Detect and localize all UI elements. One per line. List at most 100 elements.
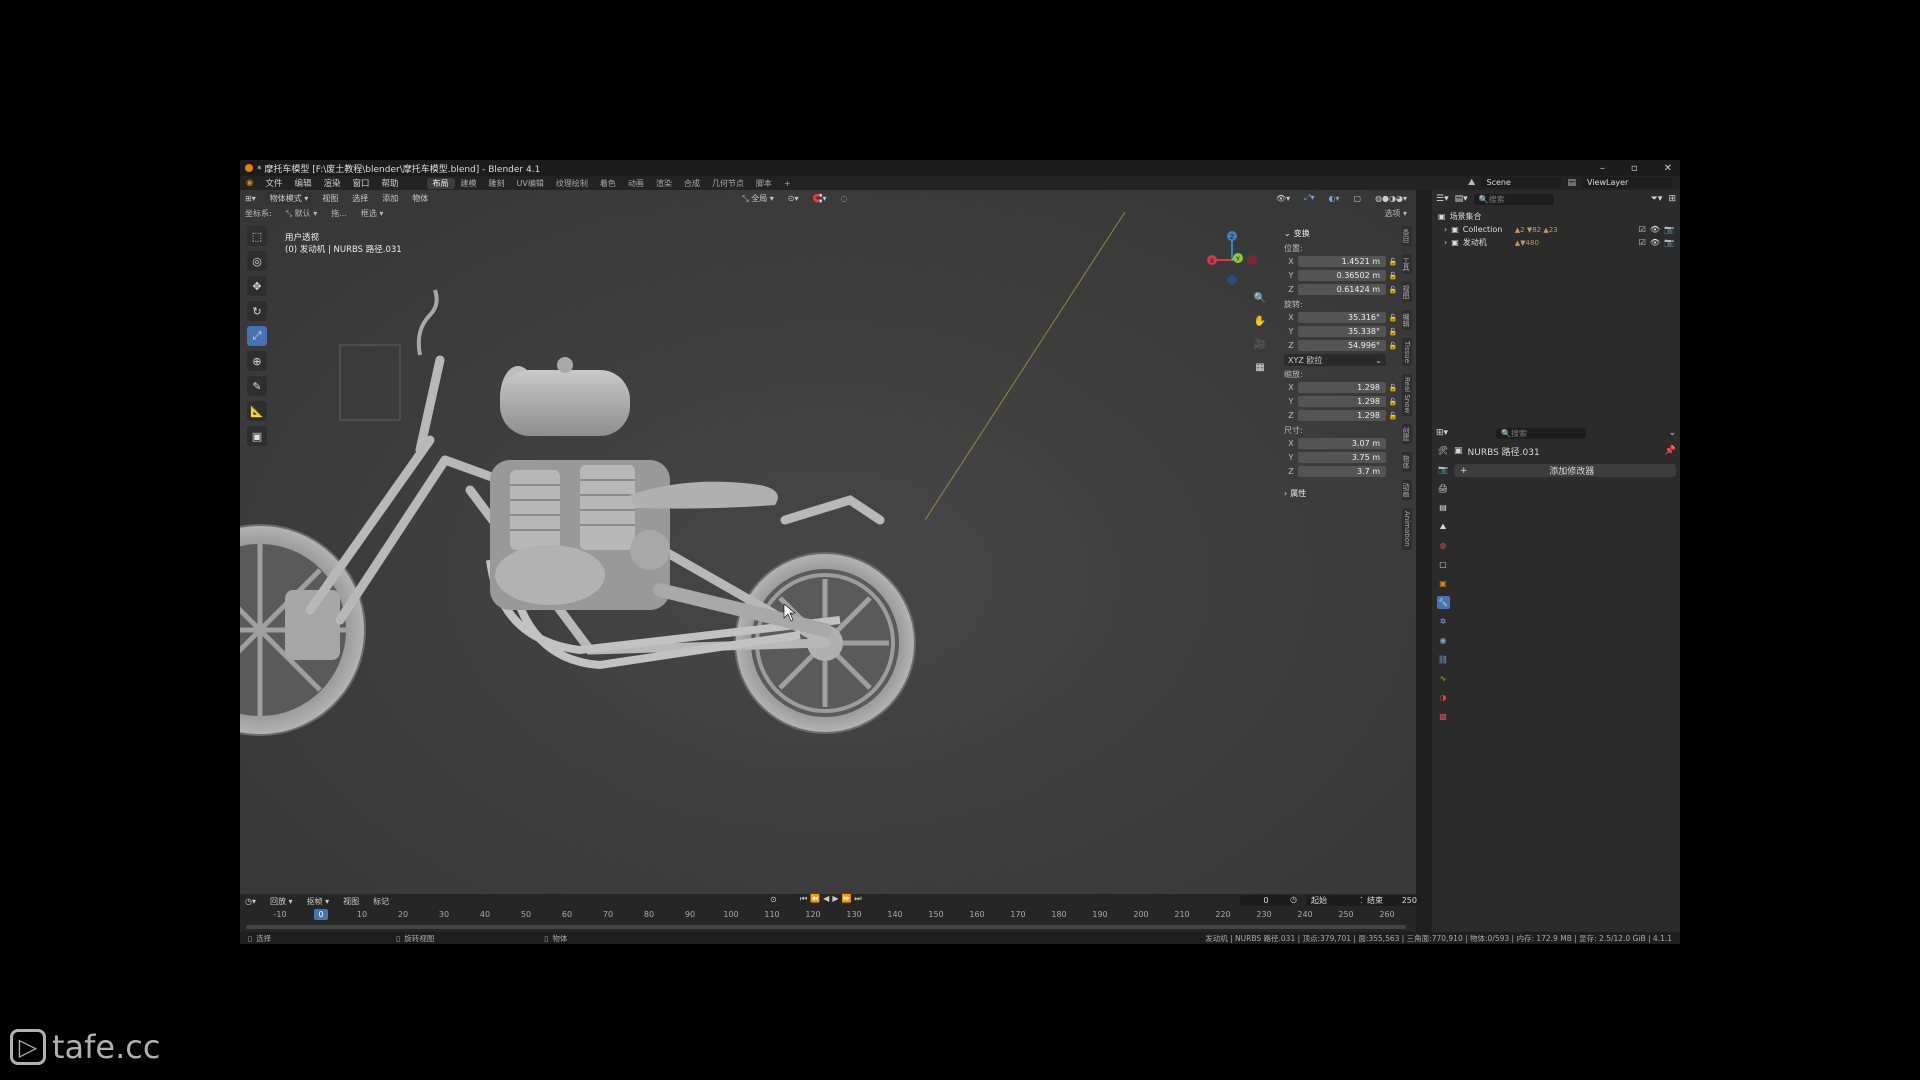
annotate-icon[interactable]: ✎ <box>247 376 267 396</box>
properties-search-input[interactable]: 🔍 搜索 <box>1496 427 1587 439</box>
xray-toggle-icon[interactable]: ▢ <box>1349 193 1367 204</box>
pan-hand-icon[interactable]: ✋ <box>1252 313 1268 329</box>
start-frame-field[interactable]: 起始1 <box>1306 895 1370 906</box>
workspace-tab-compositing[interactable]: 合成 <box>678 178 706 189</box>
mode-selector[interactable]: 物体模式 ▾ <box>264 191 314 205</box>
timeline-ruler[interactable]: -10 0 10 20 30 40 50 60 70 80 90 100 110 120 130 140 150… <box>240 908 1416 924</box>
lock-icon[interactable]: 🔓 <box>1386 342 1400 350</box>
overlay-toggle-icon[interactable]: ◐▾ <box>1324 193 1345 204</box>
motorcycle-model[interactable] <box>240 190 1416 894</box>
menu-view[interactable]: 视图 <box>317 192 343 205</box>
properties-subpanel-header[interactable]: › 属性 <box>1284 486 1400 500</box>
scale-x-field[interactable]: 1.298 <box>1298 382 1386 393</box>
scene-selector[interactable]: Scene <box>1481 177 1562 188</box>
menu-render[interactable]: 渲染 <box>317 177 346 189</box>
outliner-item[interactable]: › ▣ Collection ▲2 ▼82 ▲23 ☑ 👁 📷 <box>1438 223 1674 236</box>
location-y-field[interactable]: 0.36502 m <box>1298 270 1386 281</box>
rotate-icon[interactable]: ↻ <box>247 301 267 321</box>
sidebar-tab-animation[interactable]: Animation <box>1402 508 1412 550</box>
eye-icon[interactable]: 👁 <box>1650 225 1660 234</box>
texture-tab-icon[interactable]: ▩ <box>1437 710 1450 723</box>
view-layer-tab-icon[interactable]: ▤ <box>1437 501 1450 514</box>
checkbox-icon[interactable]: ☑ <box>1639 225 1646 234</box>
playback-controls[interactable]: ⏮⏪◀▶⏩⏭ <box>800 894 865 904</box>
menu-window[interactable]: 窗口 <box>346 177 375 189</box>
visibility-icon[interactable]: 👁▾ <box>1271 193 1295 204</box>
camera-view-icon[interactable]: 🎥 <box>1252 336 1268 352</box>
options-button[interactable]: 选项 ▾ <box>1379 207 1412 220</box>
location-z-field[interactable]: 0.61424 m <box>1298 284 1386 295</box>
rotation-x-field[interactable]: 35.316° <box>1298 312 1386 323</box>
shading-mode-icons[interactable]: ◍●◑◕▾ <box>1370 193 1412 204</box>
workspace-tab-scripting[interactable]: 脚本 <box>750 178 778 189</box>
physics-tab-icon[interactable]: ◉ <box>1437 634 1450 647</box>
proportional-edit-icon[interactable]: ◌ <box>836 193 853 204</box>
3d-viewport[interactable]: ⊞▾ 物体模式 ▾ 视图 选择 添加 物体 ⤡ 全局 ▾ ⊙▾ 🧲▾ ◌ 👁▾ … <box>240 190 1416 894</box>
blender-menu-icon[interactable]: ◉ <box>240 178 259 188</box>
timeline-menu-playback[interactable]: 回放 ▾ <box>265 895 298 908</box>
scale-y-field[interactable]: 1.298 <box>1298 396 1386 407</box>
scale-icon[interactable]: ⤢ <box>247 326 267 346</box>
add-cube-icon[interactable]: ▣ <box>247 426 267 446</box>
workspace-tab-uv-editing[interactable]: UV编辑 <box>511 178 550 189</box>
data-tab-icon[interactable]: ∿ <box>1437 672 1450 685</box>
transform-icon[interactable]: ⊕ <box>247 351 267 371</box>
constraints-tab-icon[interactable]: ⛓ <box>1437 653 1450 666</box>
output-tab-icon[interactable]: 🖨 <box>1437 482 1450 495</box>
pivot-point-icon[interactable]: ⊙▾ <box>783 193 804 204</box>
timeline-menu-marker[interactable]: 标记 <box>368 895 394 908</box>
sidebar-tab-item[interactable]: 条目 <box>1402 226 1412 246</box>
material-tab-icon[interactable]: ◑ <box>1437 691 1450 704</box>
dimensions-z-field[interactable]: 3.7 m <box>1298 466 1386 477</box>
workspace-tab-sculpting[interactable]: 雕刻 <box>483 178 511 189</box>
sidebar-tab-view[interactable]: 视图 <box>1402 282 1412 302</box>
scene-tab-icon[interactable]: ⛰ <box>1437 520 1450 533</box>
timeline-editor-icon[interactable]: ◷▾ <box>240 896 261 907</box>
maximize-button[interactable]: ▫ <box>1631 163 1638 174</box>
pin-icon[interactable]: 📌 <box>1665 446 1676 456</box>
editor-type-icon[interactable]: ⊞▾ <box>240 193 261 204</box>
workspace-tab-rendering[interactable]: 渲染 <box>650 178 678 189</box>
chevron-down-icon[interactable]: ⌄ <box>1668 428 1676 438</box>
sidebar-tab-create[interactable]: 创建 <box>1402 424 1412 445</box>
view-layer-selector[interactable]: ViewLayer <box>1582 177 1672 188</box>
workspace-tab-geometry-nodes[interactable]: 几何节点 <box>706 178 750 189</box>
zoom-icon[interactable]: 🔍 <box>1252 290 1268 306</box>
outliner-editor-icon[interactable]: ☰▾ <box>1436 194 1449 204</box>
workspace-tab-modeling[interactable]: 建模 <box>455 178 483 189</box>
camera-icon[interactable]: 📷 <box>1664 225 1674 234</box>
move-icon[interactable]: ✥ <box>247 276 267 296</box>
properties-editor-icon[interactable]: ⊞▾ <box>1436 428 1448 438</box>
ortho-grid-icon[interactable]: ▦ <box>1252 359 1268 375</box>
workspace-tab-shading[interactable]: 着色 <box>594 178 622 189</box>
outliner-search-input[interactable]: 🔍 搜索 <box>1473 193 1554 205</box>
outliner-item[interactable]: › ▣ 发动机 ▲▼480 ☑ 👁 📷 <box>1438 236 1674 249</box>
timeline-playhead[interactable]: 0 <box>314 909 328 920</box>
scale-z-field[interactable]: 1.298 <box>1298 410 1386 421</box>
world-tab-icon[interactable]: ◍ <box>1437 539 1450 552</box>
workspace-tab-animation[interactable]: 动画 <box>622 178 650 189</box>
select-box-icon[interactable]: ⬚ <box>247 226 267 246</box>
rotation-z-field[interactable]: 54.996° <box>1298 340 1386 351</box>
sidebar-tab-real-snow[interactable]: Real Snow <box>1402 374 1412 417</box>
menu-add[interactable]: 添加 <box>377 192 403 205</box>
outliner-scene-collection[interactable]: ▣ 场景集合 <box>1438 210 1674 223</box>
close-button[interactable]: ✕ <box>1664 163 1672 174</box>
expand-arrow-icon[interactable]: › <box>1444 225 1447 234</box>
eye-icon[interactable]: 👁 <box>1650 238 1660 247</box>
object-tab-icon[interactable]: ▣ <box>1437 577 1450 590</box>
coord-selector[interactable]: ⤡ 默认 ▾ <box>281 207 323 220</box>
lock-icon[interactable]: 🔓 <box>1386 314 1400 322</box>
particles-tab-icon[interactable]: ✲ <box>1437 615 1450 628</box>
lock-icon[interactable]: 🔓 <box>1386 412 1400 420</box>
sidebar-tab-tool[interactable]: 工具 <box>1402 254 1412 274</box>
current-frame-field[interactable]: 0 <box>1240 895 1292 906</box>
dimensions-x-field[interactable]: 3.07 m <box>1298 438 1386 449</box>
rotation-y-field[interactable]: 35.338° <box>1298 326 1386 337</box>
camera-icon[interactable]: 📷 <box>1664 238 1674 247</box>
drag-label[interactable]: 拖... <box>326 207 352 220</box>
sidebar-tab-edit[interactable]: 编辑 <box>1402 310 1412 330</box>
location-x-field[interactable]: 1.4521 m <box>1298 256 1386 267</box>
timeline-menu-view[interactable]: 视图 <box>338 895 364 908</box>
filter-icon[interactable]: ⏷▾ <box>1651 194 1663 204</box>
